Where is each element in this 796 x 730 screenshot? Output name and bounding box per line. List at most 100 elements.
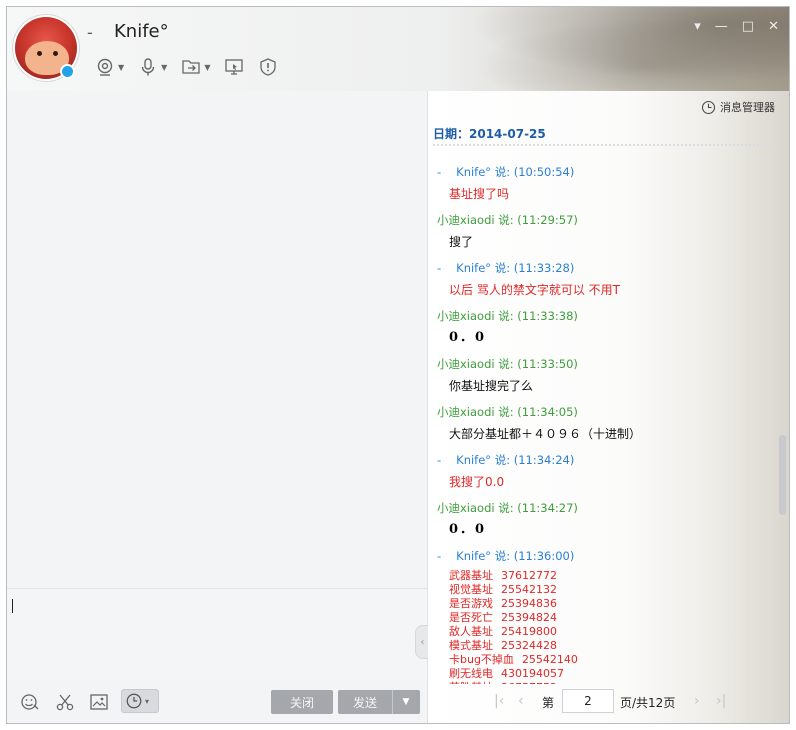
last-page-button[interactable]: ›|: [716, 693, 726, 709]
address-row: 是否死亡 25394824: [449, 611, 773, 625]
sender-name-time[interactable]: 小迪xiaodi 说: (11:34:05): [437, 405, 578, 419]
message-header: 小迪xiaodi 说: (11:29:57): [437, 212, 773, 228]
image-icon: [90, 694, 108, 710]
conversation-area: [7, 91, 427, 588]
message-manager-button[interactable]: 消息管理器: [701, 99, 775, 115]
chevron-down-icon: ▼: [161, 62, 168, 72]
message-text: 0．0: [449, 330, 487, 345]
message-input[interactable]: [7, 589, 427, 681]
send-file-button[interactable]: ▼: [177, 55, 214, 79]
contact-dash: -: [87, 23, 93, 42]
address-value: 25419800: [501, 625, 557, 638]
sender-name-time[interactable]: Knife° 说: (11:34:24): [456, 453, 574, 467]
online-status-badge: [60, 64, 75, 79]
chevron-down-icon: ▼: [118, 62, 125, 72]
message-manager-label: 消息管理器: [720, 101, 775, 114]
avatar-eye: [37, 51, 42, 56]
sender-name-time[interactable]: 小迪xiaodi 说: (11:34:27): [437, 501, 578, 515]
chevron-down-icon: ▼: [204, 62, 211, 72]
clock-icon: [701, 100, 716, 114]
voice-call-button[interactable]: ▼: [134, 55, 171, 79]
address-label: 武器基址: [449, 569, 493, 582]
message-text: 我搜了0.0: [449, 475, 505, 489]
screenshot-button[interactable]: [54, 691, 76, 713]
chevron-down-icon: ▾: [145, 696, 150, 706]
transfer-file-icon: [182, 60, 200, 74]
message-item: 小迪xiaodi 说: (11:29:57) 搜了: [437, 212, 773, 251]
collapse-panel-button[interactable]: ‹: [415, 625, 429, 659]
sender-name-time[interactable]: 小迪xiaodi 说: (11:29:57): [437, 213, 578, 227]
address-value: 25542132: [501, 583, 557, 596]
address-label: 是否死亡: [449, 611, 493, 624]
sender-dash: -: [437, 549, 442, 563]
address-value: 430194057: [501, 667, 564, 680]
microphone-icon: [141, 58, 155, 76]
address-row: 是否游戏 25394836: [449, 597, 773, 611]
address-label: 视觉基址: [449, 583, 493, 596]
menu-button[interactable]: ▾: [694, 19, 701, 34]
security-button[interactable]: [254, 55, 282, 79]
sender-name-time[interactable]: 小迪xiaodi 说: (11:33:38): [437, 309, 578, 323]
message-item: 小迪xiaodi 说: (11:34:27) 0．0: [437, 500, 773, 539]
message-item: 小迪xiaodi 说: (11:33:50) 你基址搜完了么: [437, 356, 773, 395]
message-list: - Knife° 说: (10:50:54) 基址搜了吗小迪xiaodi 说: (1…: [437, 164, 773, 693]
close-button[interactable]: 关闭: [271, 690, 333, 714]
address-label: 是否游戏: [449, 597, 493, 610]
close-window-button[interactable]: ✕: [768, 19, 779, 34]
page-number-input[interactable]: 2: [562, 689, 614, 713]
compose-pane: ‹ ▾ 关闭 发送 ▼: [7, 91, 429, 723]
first-page-button[interactable]: |‹: [494, 693, 504, 709]
window-controls: ▾ — □ ✕: [694, 19, 779, 34]
address-row: 视觉基址 25542132: [449, 583, 773, 597]
minimize-button[interactable]: —: [715, 19, 728, 34]
history-scrollbar[interactable]: [779, 435, 786, 515]
message-header: 小迪xiaodi 说: (11:33:50): [437, 356, 773, 372]
send-options-dropdown[interactable]: ▼: [393, 697, 419, 707]
sender-dash: -: [437, 261, 442, 275]
address-value: 25394824: [501, 611, 557, 624]
sender-name-time[interactable]: 小迪xiaodi 说: (11:33:50): [437, 357, 578, 371]
contact-name[interactable]: Knife°: [114, 21, 169, 42]
message-text: 搜了: [449, 235, 474, 249]
message-text: 以后 骂人的禁文字就可以 不用T: [449, 283, 620, 297]
send-image-button[interactable]: [88, 691, 110, 713]
emoji-button[interactable]: [19, 691, 41, 713]
message-text: 武器基址 37612772 视觉基址 25542132 是否游戏 25394836 是否死亡…: [437, 569, 773, 684]
next-page-button[interactable]: ›: [694, 693, 700, 709]
shield-icon: [260, 58, 277, 76]
message-item: - Knife° 说: (11:34:24) 我搜了0.0: [437, 452, 773, 491]
message-header: - Knife° 说: (11:33:28): [437, 260, 773, 276]
remote-assist-button[interactable]: [220, 55, 248, 79]
address-row: 模式基址 25324428: [449, 639, 773, 653]
video-call-button[interactable]: ▼: [91, 55, 128, 79]
message-header: 小迪xiaodi 说: (11:33:38): [437, 308, 773, 324]
address-row: 刷无线电 430194057: [449, 667, 773, 681]
webcam-icon: [97, 58, 113, 76]
address-label: 模式基址: [449, 639, 493, 652]
message-text: 大部分基址都＋４０９６（十进制）: [449, 427, 642, 441]
message-header: - Knife° 说: (11:36:00): [437, 548, 773, 564]
address-label: 刷无线电: [449, 667, 493, 680]
history-pager: |‹ ‹ 第 2 页/共12页 › ›|: [428, 681, 789, 723]
chat-header: - Knife° ▼ ▼ ▼ ▾ — □ ✕: [7, 7, 789, 91]
address-row: 武器基址 37612772: [449, 569, 773, 583]
address-row: 敌人基址 25419800: [449, 625, 773, 639]
avatar-eye: [53, 51, 58, 56]
message-header: - Knife° 说: (11:34:24): [437, 452, 773, 468]
sender-name-time[interactable]: Knife° 说: (10:50:54): [456, 165, 574, 179]
send-button-label: 发送: [352, 695, 377, 710]
emoji-icon: [21, 694, 39, 710]
page-total-label: 页/共12页: [620, 696, 676, 710]
send-button[interactable]: 发送 ▼: [338, 690, 420, 714]
address-value: 25394836: [501, 597, 557, 610]
history-date: 日期：2014-07-25: [433, 127, 546, 141]
previous-page-button[interactable]: ‹: [518, 693, 524, 709]
message-text: 基址搜了吗: [449, 187, 510, 201]
address-value: 25542140: [521, 653, 578, 666]
maximize-button[interactable]: □: [742, 19, 754, 34]
compose-toolbar: ▾ 关闭 发送 ▼: [7, 681, 427, 723]
address-label: 敌人基址: [449, 625, 493, 638]
message-history-button[interactable]: ▾: [121, 689, 159, 713]
sender-name-time[interactable]: Knife° 说: (11:33:28): [456, 261, 574, 275]
sender-name-time[interactable]: Knife° 说: (11:36:00): [456, 549, 574, 563]
